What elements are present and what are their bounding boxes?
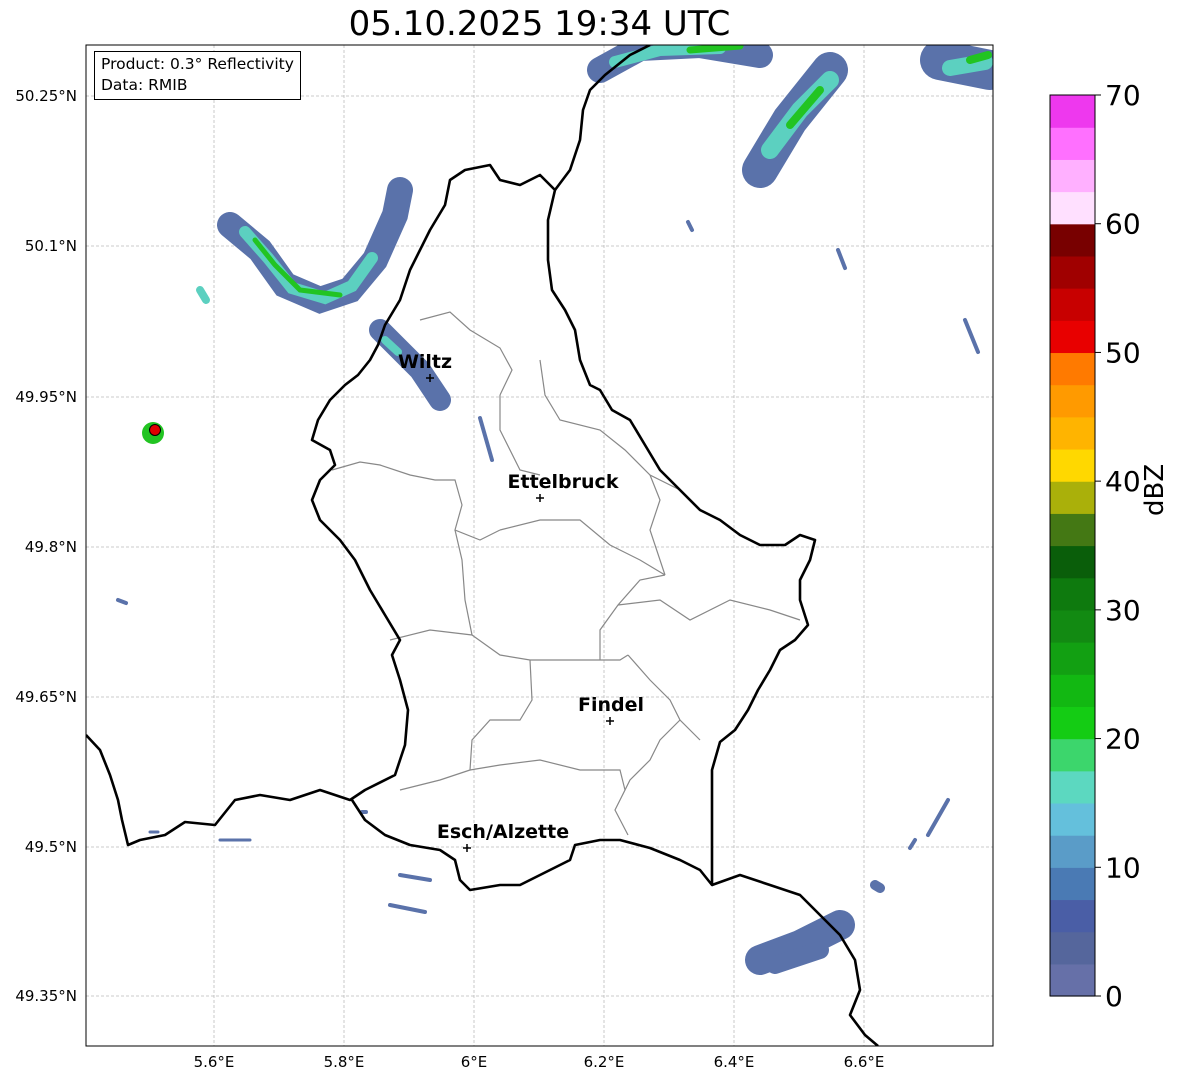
radar-site-marker <box>142 422 164 444</box>
colorbar-swatch <box>1050 320 1095 354</box>
colorbar-tick-label: 20 <box>1105 723 1141 756</box>
colorbar-swatch <box>1050 223 1095 257</box>
product-label: Product: 0.3° Reflectivity <box>101 55 294 73</box>
colorbar-swatch <box>1050 609 1095 643</box>
lon-tick-labels: 5.6°E 5.8°E 6°E 6.2°E 6.4°E 6.6°E <box>194 1053 885 1071</box>
colorbar-swatch <box>1050 384 1095 418</box>
colorbar-tick-label: 60 <box>1105 208 1141 241</box>
colorbar-tick-label: 40 <box>1105 465 1141 498</box>
colorbar-swatch <box>1050 770 1095 804</box>
lat-tick: 49.95°N <box>15 388 77 406</box>
lon-tick: 6.2°E <box>584 1053 625 1071</box>
colorbar-tick-label: 70 <box>1105 79 1141 112</box>
colorbar-swatch <box>1050 352 1095 386</box>
lat-tick: 49.65°N <box>15 688 77 706</box>
lat-tick: 49.5°N <box>25 838 77 856</box>
city-label-wiltz: Wiltz <box>398 351 452 373</box>
colorbar-swatch <box>1050 706 1095 740</box>
city-label-findel: Findel <box>578 694 644 716</box>
colorbar-swatch <box>1050 288 1095 321</box>
colorbar-tick-label: 10 <box>1105 851 1141 884</box>
city-markers <box>426 374 614 852</box>
graticule <box>86 45 993 1046</box>
colorbar-tick-label: 50 <box>1105 336 1141 369</box>
lat-tick: 49.35°N <box>15 987 77 1005</box>
colorbar-swatch <box>1050 738 1095 772</box>
city-label-ettelbruck: Ettelbruck <box>508 471 619 493</box>
colorbar-swatch <box>1050 642 1095 675</box>
lat-tick: 49.8°N <box>25 538 77 556</box>
colorbar-swatch <box>1050 963 1095 997</box>
colorbar-swatch <box>1050 802 1095 836</box>
lat-tick: 50.25°N <box>15 87 77 105</box>
map-frame <box>85 44 994 1047</box>
lon-tick: 5.8°E <box>324 1053 365 1071</box>
colorbar-swatch <box>1050 127 1095 160</box>
colorbar-tick-labels: 0 10 20 30 40 50 60 70 <box>1105 79 1141 1013</box>
colorbar-swatch <box>1050 95 1095 128</box>
colorbar-label: dBZ <box>1140 463 1170 516</box>
colorbar-swatch <box>1050 867 1095 901</box>
lon-tick: 5.6°E <box>194 1053 235 1071</box>
lon-tick: 6.6°E <box>844 1053 885 1071</box>
colorbar-swatch <box>1050 674 1095 707</box>
city-label-esch-alzette: Esch/Alzette <box>437 821 569 843</box>
colorbar-swatch <box>1050 931 1095 965</box>
colorbar <box>1050 95 1095 997</box>
radar-map: Wiltz Ettelbruck Findel Esch/Alzette 5.6… <box>15 44 1141 1071</box>
colorbar-swatch <box>1050 448 1095 482</box>
lon-tick: 6.4°E <box>714 1053 755 1071</box>
country-border <box>86 163 817 892</box>
colorbar-swatch <box>1050 416 1095 450</box>
colorbar-swatch <box>1050 577 1095 611</box>
lat-tick-labels: 50.25°N 50.1°N 49.95°N 49.8°N 49.65°N 49… <box>15 87 77 1005</box>
colorbar-swatch <box>1050 191 1095 225</box>
colorbar-swatch <box>1050 255 1095 289</box>
colorbar-swatch <box>1050 513 1095 547</box>
colorbar-swatch <box>1050 899 1095 933</box>
data-source-label: Data: RMIB <box>101 76 188 94</box>
lat-tick: 50.1°N <box>25 237 77 255</box>
colorbar-swatch <box>1050 545 1095 579</box>
lon-tick: 6°E <box>461 1053 488 1071</box>
colorbar-tick-label: 0 <box>1105 980 1123 1013</box>
colorbar-swatch <box>1050 835 1095 868</box>
colorbar-swatch <box>1050 481 1095 514</box>
colorbar-tick-label: 30 <box>1105 594 1141 627</box>
product-info-box: Product: 0.3° Reflectivity Data: RMIB <box>94 51 301 100</box>
colorbar-swatch <box>1050 159 1095 193</box>
colorbar-ticks <box>1095 94 1101 997</box>
